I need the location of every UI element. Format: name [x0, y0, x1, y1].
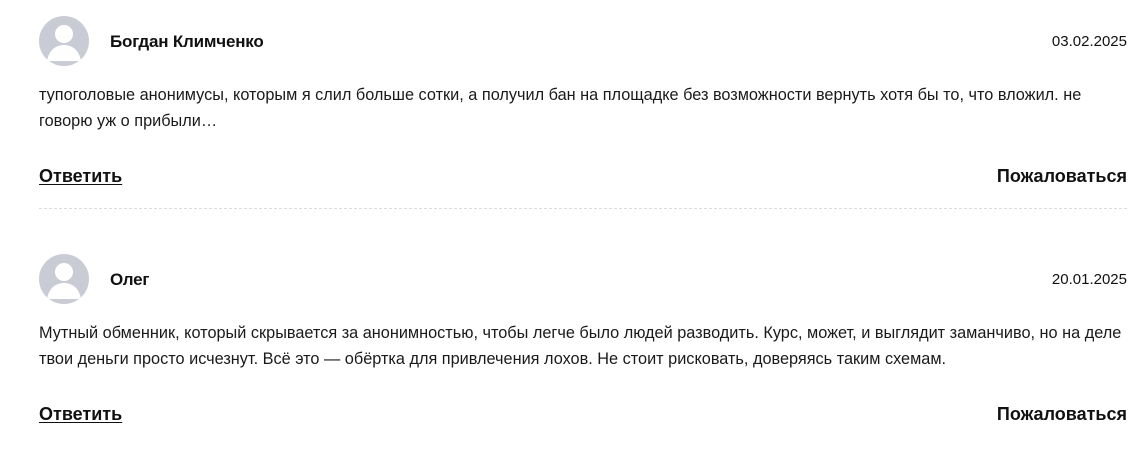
reply-link[interactable]: Ответить — [39, 404, 122, 425]
comment-item: Олег 20.01.2025 Мутный обменник, который… — [39, 254, 1127, 454]
comment-item: Богдан Климченко 03.02.2025 тупоголовые … — [39, 16, 1127, 216]
comment-text: тупоголовые анонимусы, которым я слил бо… — [39, 86, 1082, 130]
comment-date: 20.01.2025 — [1051, 271, 1127, 288]
user-avatar-icon — [39, 16, 89, 66]
comment-date: 03.02.2025 — [1051, 33, 1127, 50]
comment-text: Мутный обменник, который скрывается за а… — [39, 324, 1122, 368]
complain-link[interactable]: Пожаловаться — [997, 404, 1127, 425]
complain-link[interactable]: Пожаловаться — [997, 166, 1127, 187]
comment-author: Олег — [110, 270, 150, 289]
comment-divider — [39, 208, 1127, 209]
comment-author: Богдан Климченко — [110, 32, 264, 51]
reply-link[interactable]: Ответить — [39, 166, 122, 187]
user-avatar-icon — [39, 254, 89, 304]
comments-list: Богдан Климченко 03.02.2025 тупоголовые … — [0, 0, 1148, 433]
